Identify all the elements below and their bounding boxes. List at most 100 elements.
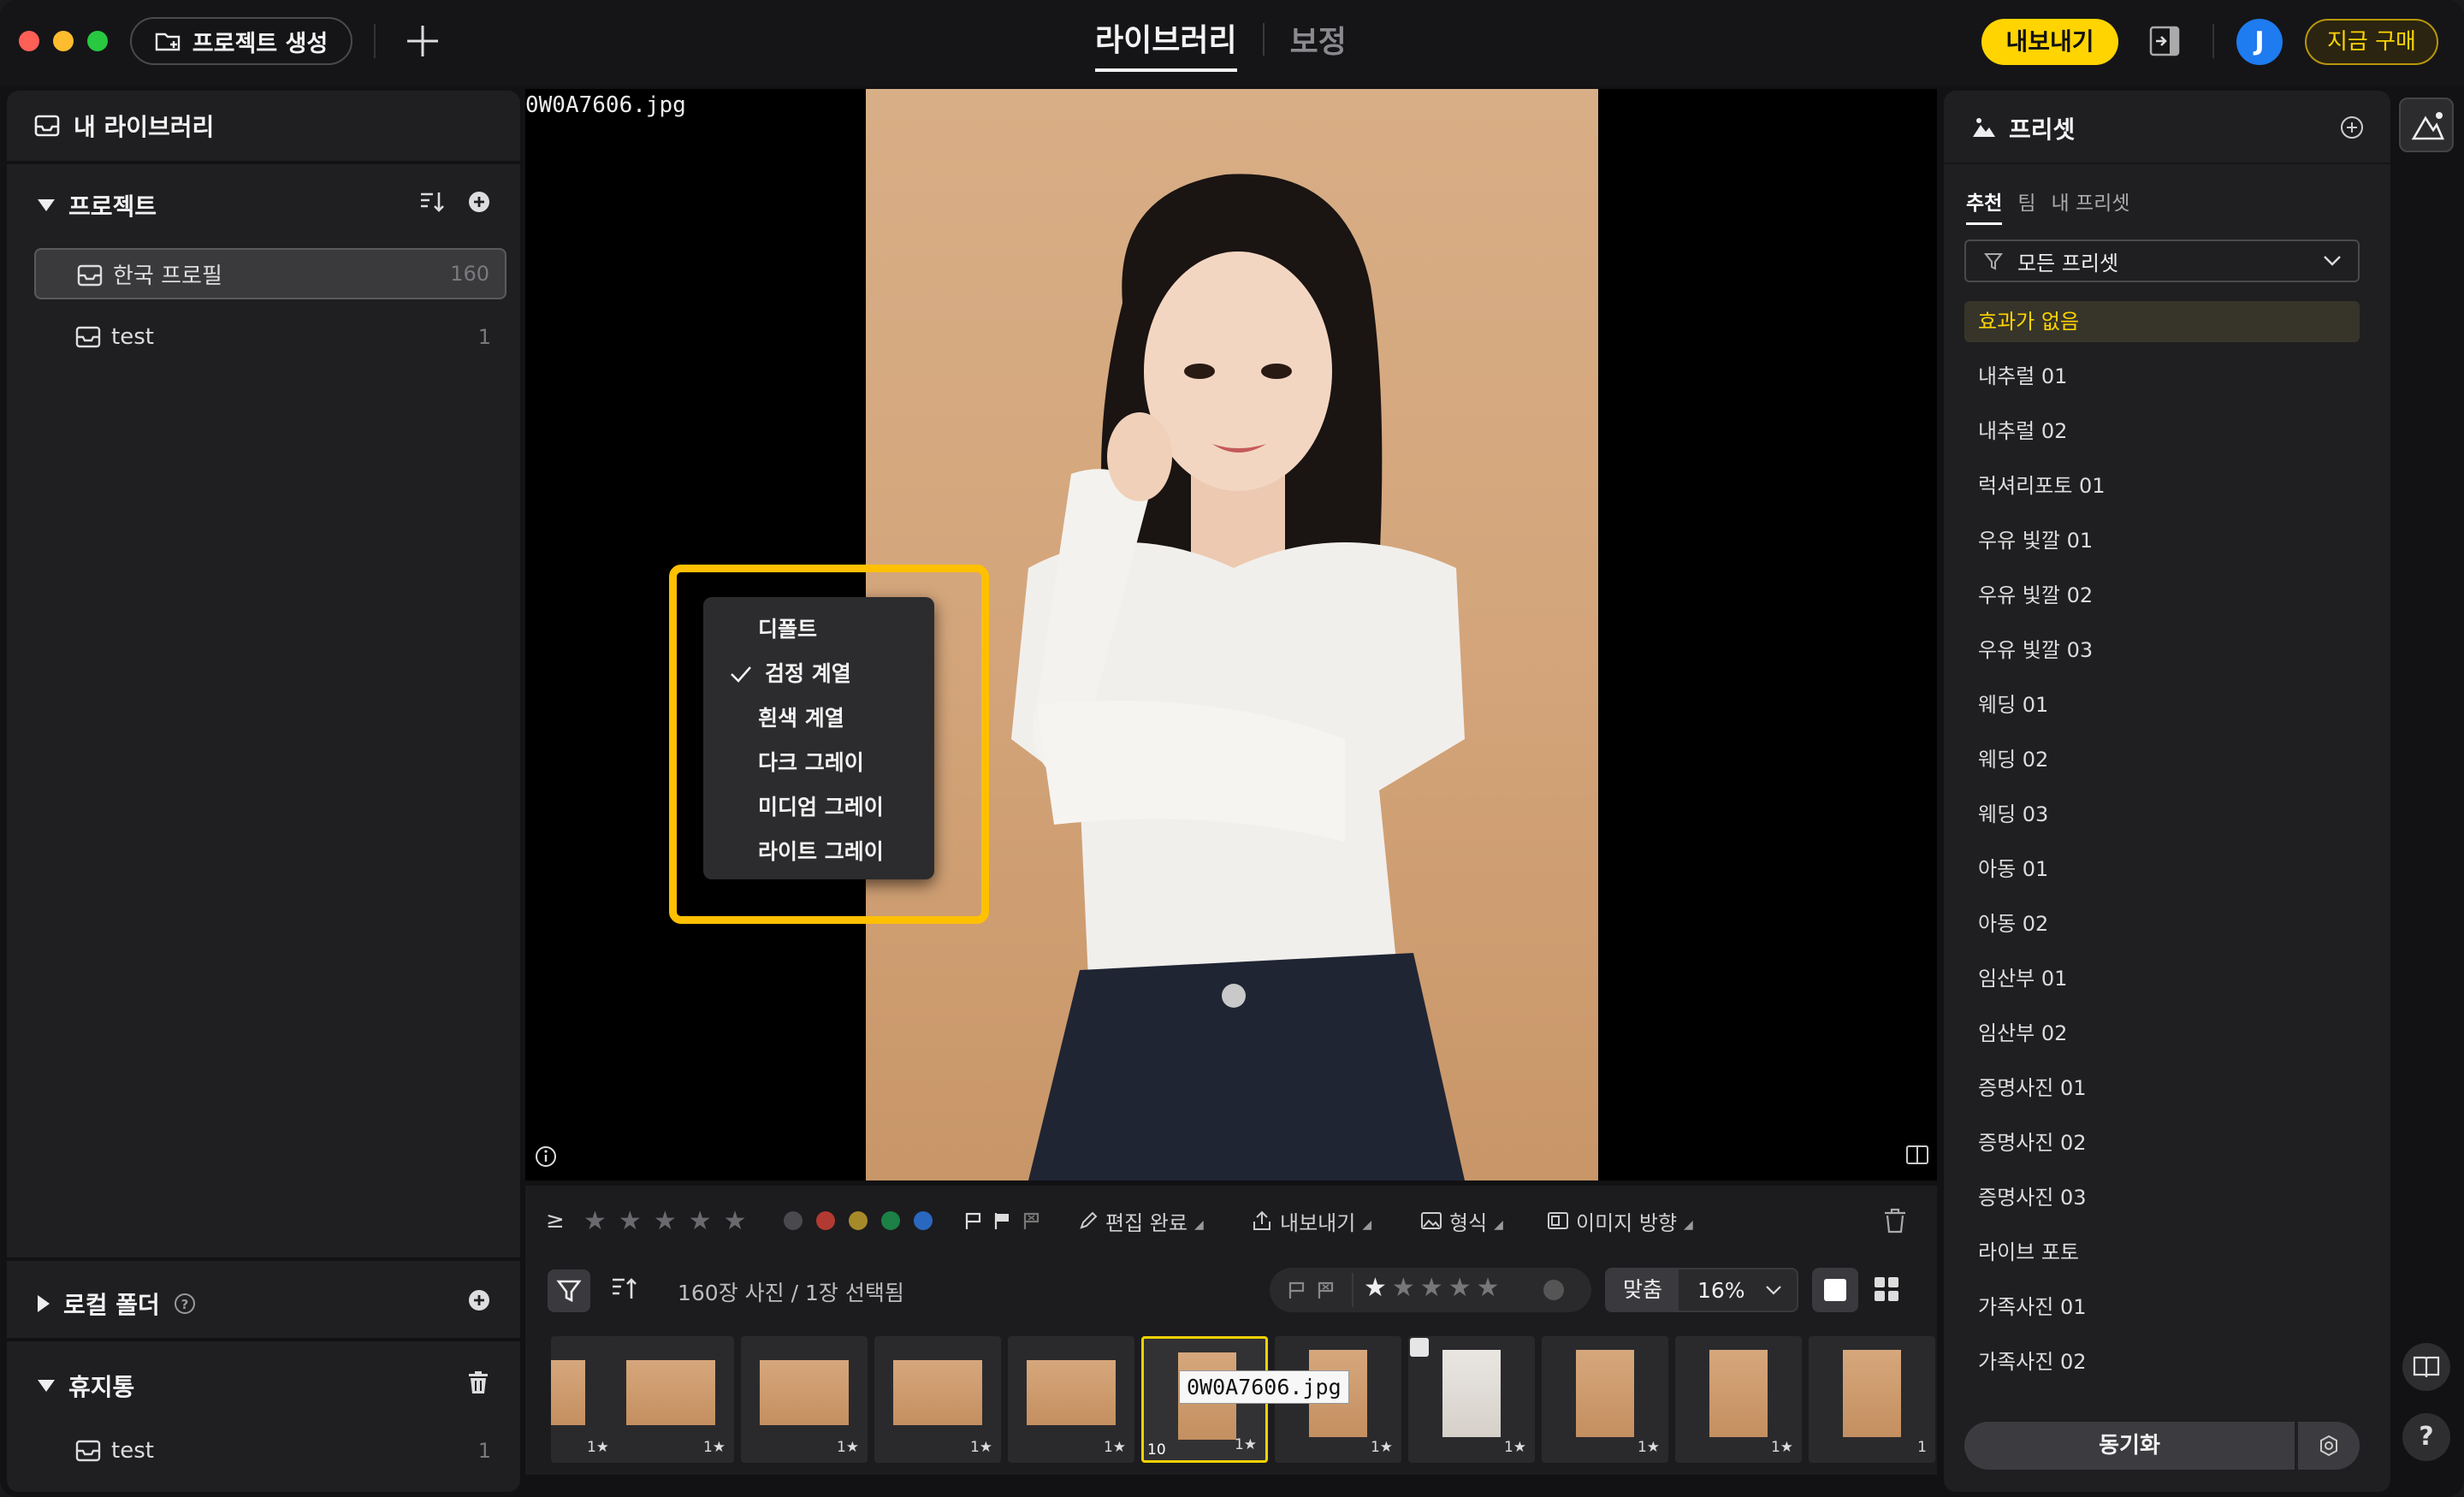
sync-button[interactable]: 동기화 bbox=[1964, 1422, 2295, 1470]
grid-view-icon[interactable] bbox=[1872, 1275, 1901, 1304]
flag-reject-icon[interactable] bbox=[1316, 1280, 1336, 1300]
filmstrip-thumb[interactable]: 1★ bbox=[1408, 1336, 1535, 1463]
preset-item[interactable]: 임산부 02 bbox=[1964, 1013, 2360, 1068]
preset-item[interactable]: 아동 02 bbox=[1964, 903, 2360, 958]
help-circle-icon[interactable]: ? bbox=[174, 1293, 196, 1315]
info-icon[interactable] bbox=[534, 1145, 558, 1169]
filmstrip-thumb[interactable]: 1★ bbox=[1675, 1336, 1802, 1463]
tab-adjust[interactable]: 보정 bbox=[1290, 17, 1347, 70]
add-project-icon[interactable] bbox=[467, 190, 491, 214]
format-dropdown[interactable]: 형식 ◢ bbox=[1420, 1186, 1503, 1256]
preset-item[interactable]: 웨딩 03 bbox=[1964, 794, 2360, 849]
preset-item-none[interactable]: 효과가 없음 bbox=[1964, 301, 2360, 342]
orientation-dropdown[interactable]: 이미지 방향 ◢ bbox=[1547, 1186, 1693, 1256]
add-tab-button[interactable] bbox=[400, 19, 445, 63]
color-label-green[interactable] bbox=[881, 1211, 900, 1230]
filmstrip-thumb[interactable]: 1★ bbox=[551, 1336, 613, 1463]
flag-icon[interactable] bbox=[1287, 1280, 1307, 1300]
preset-item[interactable]: 증명사진 01 bbox=[1964, 1068, 2360, 1122]
my-library-header[interactable]: 내 라이브러리 bbox=[7, 91, 520, 161]
export-dropdown[interactable]: 내보내기 ◢ bbox=[1251, 1186, 1371, 1256]
zoom-fit-button[interactable]: 맞춤 bbox=[1607, 1269, 1679, 1311]
flag-reject-icon[interactable] bbox=[1022, 1210, 1042, 1231]
collapse-caret-icon[interactable] bbox=[38, 1380, 55, 1392]
rating-filter-button[interactable]: ≥ bbox=[546, 1186, 565, 1256]
flag-pick-icon[interactable] bbox=[992, 1210, 1013, 1231]
user-avatar[interactable]: J bbox=[2236, 19, 2283, 65]
tab-recommended[interactable]: 추천 bbox=[1966, 186, 2003, 225]
preset-item[interactable]: 럭셔리포토 01 bbox=[1964, 465, 2360, 520]
export-button[interactable]: 내보내기 bbox=[1981, 19, 2118, 65]
project-item-test[interactable]: test 1 bbox=[34, 311, 506, 363]
toggle-panel-button[interactable] bbox=[2147, 24, 2185, 58]
maximize-window-button[interactable] bbox=[87, 31, 108, 51]
flag-icon[interactable] bbox=[963, 1210, 984, 1231]
preset-item[interactable]: 우유 빛깔 02 bbox=[1964, 575, 2360, 630]
filmstrip-thumb[interactable]: 1★ bbox=[741, 1336, 868, 1463]
presets-rail-button[interactable] bbox=[2399, 98, 2454, 152]
color-label-red[interactable] bbox=[816, 1211, 835, 1230]
filmstrip-thumb[interactable]: 1★ bbox=[1542, 1336, 1668, 1463]
zoom-level-select[interactable]: 16% bbox=[1679, 1278, 1797, 1303]
help-button[interactable]: ? bbox=[2402, 1413, 2450, 1461]
star-icon[interactable]: ★ bbox=[724, 1206, 747, 1236]
menu-item-white[interactable]: 흰색 계열 bbox=[703, 696, 934, 741]
minimize-window-button[interactable] bbox=[53, 31, 74, 51]
preset-item[interactable]: 아동 01 bbox=[1964, 849, 2360, 903]
add-local-folder-icon[interactable] bbox=[467, 1288, 491, 1312]
menu-item-light-gray[interactable]: 라이트 그레이 bbox=[703, 830, 934, 874]
sync-settings-button[interactable] bbox=[2298, 1422, 2360, 1470]
preset-item[interactable]: 가족사진 02 bbox=[1964, 1341, 2360, 1396]
single-view-button[interactable] bbox=[1812, 1268, 1858, 1312]
trash-item-test[interactable]: test 1 bbox=[34, 1425, 506, 1476]
star-rating-filter[interactable]: ★★★★★ bbox=[1364, 1273, 1504, 1303]
guide-button[interactable] bbox=[2402, 1343, 2450, 1391]
preset-item[interactable]: 웨딩 01 bbox=[1964, 684, 2360, 739]
menu-item-medium-gray[interactable]: 미디엄 그레이 bbox=[703, 785, 934, 830]
star-icon[interactable]: ★ bbox=[654, 1206, 677, 1236]
color-label-blue[interactable] bbox=[914, 1211, 933, 1230]
tab-team[interactable]: 팀 bbox=[2017, 186, 2035, 225]
sort-icon[interactable] bbox=[609, 1275, 640, 1304]
preset-item[interactable]: 증명사진 02 bbox=[1964, 1122, 2360, 1177]
star-icon[interactable]: ★ bbox=[583, 1206, 607, 1236]
preset-item[interactable]: 임산부 01 bbox=[1964, 958, 2360, 1013]
compare-view-icon[interactable] bbox=[1904, 1143, 1930, 1167]
preset-item[interactable]: 라이브 포토 bbox=[1964, 1232, 2360, 1287]
color-label-none[interactable] bbox=[784, 1211, 803, 1230]
filmstrip-thumb[interactable]: 1★ bbox=[607, 1336, 734, 1463]
preset-item[interactable]: 가족사진 01 bbox=[1964, 1287, 2360, 1341]
filmstrip-thumb[interactable]: 1 bbox=[1809, 1336, 1935, 1463]
color-filter-dot[interactable] bbox=[1543, 1280, 1564, 1300]
project-item-korean-profile[interactable]: 한국 프로필 160 bbox=[34, 248, 506, 299]
buy-now-button[interactable]: 지금 구매 bbox=[2305, 19, 2438, 65]
preset-item[interactable]: 내추럴 01 bbox=[1964, 356, 2360, 411]
menu-item-default[interactable]: 디폴트 bbox=[703, 607, 934, 652]
preset-item[interactable]: 우유 빛깔 01 bbox=[1964, 520, 2360, 575]
star-icon[interactable]: ★ bbox=[689, 1206, 712, 1236]
empty-trash-icon[interactable] bbox=[467, 1370, 489, 1394]
edit-done-dropdown[interactable]: 편집 완료 ◢ bbox=[1078, 1186, 1204, 1256]
local-folder-header[interactable]: 로컬 폴더 ? bbox=[38, 1287, 196, 1321]
delete-photo-button[interactable] bbox=[1882, 1186, 1908, 1256]
star-rating[interactable]: ★ ★ ★ ★ ★ bbox=[583, 1186, 747, 1256]
preset-filter-select[interactable]: 모든 프리셋 bbox=[1964, 240, 2360, 282]
collapse-caret-icon[interactable] bbox=[38, 199, 55, 211]
projects-header[interactable]: 프로젝트 bbox=[38, 188, 157, 222]
expand-caret-icon[interactable] bbox=[38, 1295, 50, 1312]
close-window-button[interactable] bbox=[19, 31, 39, 51]
sort-icon[interactable] bbox=[419, 190, 445, 214]
filmstrip-thumb[interactable]: 1★ bbox=[874, 1336, 1001, 1463]
filmstrip-thumb[interactable]: 1★ bbox=[1008, 1336, 1134, 1463]
filter-button[interactable] bbox=[548, 1269, 590, 1312]
tab-my-presets[interactable]: 내 프리셋 bbox=[2052, 186, 2130, 225]
preset-item[interactable]: 내추럴 02 bbox=[1964, 411, 2360, 465]
color-label-yellow[interactable] bbox=[849, 1211, 868, 1230]
menu-item-black[interactable]: 검정 계열 bbox=[703, 652, 934, 696]
new-project-button[interactable]: 프로젝트 생성 bbox=[130, 17, 352, 65]
star-icon[interactable]: ★ bbox=[619, 1206, 642, 1236]
preset-item[interactable]: 증명사진 03 bbox=[1964, 1177, 2360, 1232]
menu-item-dark-gray[interactable]: 다크 그레이 bbox=[703, 741, 934, 785]
preset-item[interactable]: 웨딩 02 bbox=[1964, 739, 2360, 794]
tab-library[interactable]: 라이브러리 bbox=[1095, 15, 1237, 72]
